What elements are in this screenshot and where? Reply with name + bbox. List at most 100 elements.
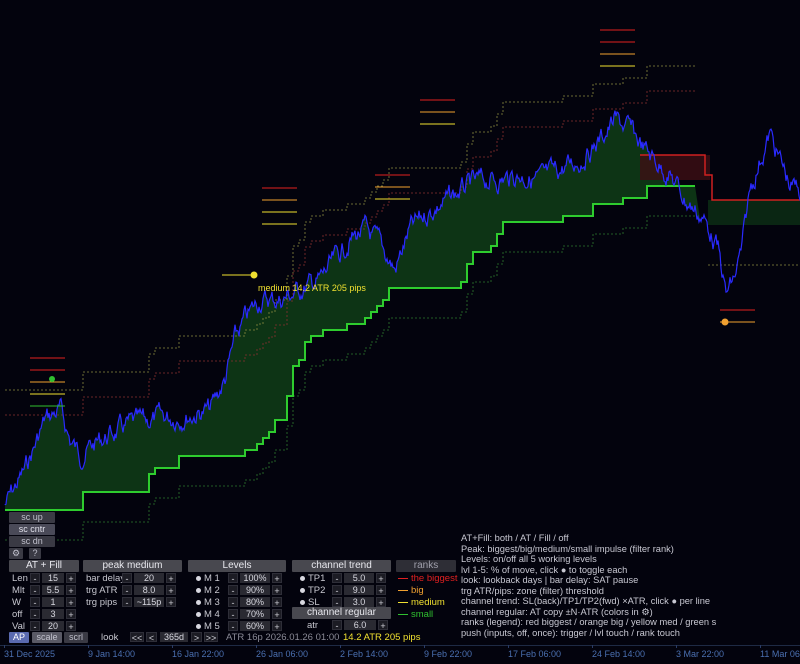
x-tick-label: 31 Dec 2025 bbox=[4, 649, 56, 659]
x-tick bbox=[172, 645, 173, 648]
channel-trend-header[interactable]: channel trend bbox=[292, 560, 391, 572]
channel-label[interactable]: TP2 bbox=[300, 585, 325, 596]
at-fill-minus-button[interactable]: - bbox=[30, 597, 40, 608]
channel-regular-header[interactable]: channel regular bbox=[292, 607, 391, 619]
level-minus-button[interactable]: - bbox=[228, 597, 238, 608]
at-fill-plus-button[interactable]: + bbox=[66, 585, 76, 596]
levels-header[interactable]: Levels bbox=[188, 560, 286, 572]
scroll-center-button[interactable]: sc cntr bbox=[9, 524, 55, 535]
status-text: ATR 16p 2026.01.26 01:00 bbox=[226, 632, 340, 643]
toggle-dot-icon[interactable] bbox=[196, 611, 201, 617]
at-fill-plus-button[interactable]: + bbox=[66, 621, 76, 632]
scroll-down-button[interactable]: sc dn bbox=[9, 536, 55, 547]
toggle-dot-icon[interactable] bbox=[300, 575, 305, 581]
at-fill-minus-button[interactable]: - bbox=[30, 573, 40, 584]
at-fill-value[interactable]: 20 bbox=[42, 621, 64, 631]
level-plus-button[interactable]: + bbox=[272, 621, 282, 632]
channel-value[interactable]: 5.0 bbox=[344, 573, 374, 583]
at-fill-value[interactable]: 3 bbox=[42, 609, 64, 619]
peak-value[interactable]: 20 bbox=[134, 573, 164, 583]
peak-minus-button[interactable]: - bbox=[122, 573, 132, 584]
peak-label: trg ATR bbox=[86, 585, 118, 596]
at-fill-label: off bbox=[12, 609, 23, 620]
lookback-days[interactable]: 365d bbox=[160, 632, 188, 642]
channel-value[interactable]: 9.0 bbox=[344, 585, 374, 595]
x-tick bbox=[592, 645, 593, 648]
scale-button[interactable]: scale bbox=[32, 632, 62, 643]
level-plus-button[interactable]: + bbox=[272, 609, 282, 620]
rank-swatch-icon bbox=[398, 578, 408, 579]
channel-plus-button[interactable]: + bbox=[376, 573, 386, 584]
at-fill-label: Val bbox=[12, 621, 26, 632]
peak-header[interactable]: peak medium bbox=[83, 560, 182, 572]
level-label[interactable]: M 3 bbox=[196, 597, 220, 608]
at-fill-plus-button[interactable]: + bbox=[66, 573, 76, 584]
toggle-dot-icon[interactable] bbox=[196, 575, 201, 581]
toggle-dot-icon[interactable] bbox=[196, 623, 201, 629]
peak-minus-button[interactable]: - bbox=[122, 597, 132, 608]
ranks-header[interactable]: ranks bbox=[396, 560, 456, 572]
settings-icon[interactable]: ⚙ bbox=[9, 548, 23, 559]
atr-plus-button[interactable]: + bbox=[378, 620, 388, 631]
atr-value[interactable]: 6.0 bbox=[344, 620, 376, 630]
at-fill-value[interactable]: 15 bbox=[42, 573, 64, 583]
level-plus-button[interactable]: + bbox=[272, 573, 282, 584]
level-label[interactable]: M 2 bbox=[196, 585, 220, 596]
channel-plus-button[interactable]: + bbox=[376, 597, 386, 608]
peak-label: trg pips bbox=[86, 597, 118, 608]
rank-label: small bbox=[411, 609, 434, 620]
peak-plus-button[interactable]: + bbox=[166, 597, 176, 608]
peak-value[interactable]: 8.0 bbox=[134, 585, 164, 595]
toggle-dot-icon[interactable] bbox=[300, 587, 305, 593]
channel-minus-button[interactable]: - bbox=[332, 573, 342, 584]
channel-label[interactable]: TP1 bbox=[300, 573, 325, 584]
peak-plus-button[interactable]: + bbox=[166, 573, 176, 584]
at-fill-minus-button[interactable]: - bbox=[30, 585, 40, 596]
nav-first-button[interactable]: << bbox=[130, 632, 144, 643]
at-fill-plus-button[interactable]: + bbox=[66, 597, 76, 608]
toggle-dot-icon[interactable] bbox=[196, 599, 201, 605]
level-label[interactable]: M 4 bbox=[196, 609, 220, 620]
scroll-up-button[interactable]: sc up bbox=[9, 512, 55, 523]
level-minus-button[interactable]: - bbox=[228, 585, 238, 596]
nav-last-button[interactable]: >> bbox=[204, 632, 218, 643]
level-value[interactable]: 70% bbox=[240, 609, 270, 619]
at-fill-minus-button[interactable]: - bbox=[30, 621, 40, 632]
peak-value[interactable]: ~115p bbox=[134, 597, 164, 607]
nav-prev-button[interactable]: < bbox=[146, 632, 157, 643]
peak-marker-small bbox=[49, 376, 55, 382]
help-button[interactable]: ? bbox=[29, 548, 41, 559]
x-tick-label: 11 Mar 06:00 bbox=[760, 649, 800, 659]
level-label[interactable]: M 5 bbox=[196, 621, 220, 632]
upper-band-line bbox=[5, 65, 695, 391]
level-plus-button[interactable]: + bbox=[272, 597, 282, 608]
nav-next-button[interactable]: > bbox=[191, 632, 202, 643]
at-fill-header[interactable]: AT + Fill bbox=[9, 560, 79, 572]
channel-plus-button[interactable]: + bbox=[376, 585, 386, 596]
channel-value[interactable]: 3.0 bbox=[344, 597, 374, 607]
at-fill-value[interactable]: 1 bbox=[42, 597, 64, 607]
help-line: lvl 1-5: % of move, click ● to toggle ea… bbox=[461, 564, 628, 575]
ap-button[interactable]: AP bbox=[9, 632, 29, 643]
peak-minus-button[interactable]: - bbox=[122, 585, 132, 596]
channel-minus-button[interactable]: - bbox=[332, 585, 342, 596]
level-minus-button[interactable]: - bbox=[228, 621, 238, 632]
level-value[interactable]: 100% bbox=[240, 573, 270, 583]
level-minus-button[interactable]: - bbox=[228, 573, 238, 584]
level-value[interactable]: 90% bbox=[240, 585, 270, 595]
at-fill-minus-button[interactable]: - bbox=[30, 609, 40, 620]
level-minus-button[interactable]: - bbox=[228, 609, 238, 620]
scroll-button[interactable]: scrl bbox=[64, 632, 88, 643]
peak-plus-button[interactable]: + bbox=[166, 585, 176, 596]
level-value[interactable]: 80% bbox=[240, 597, 270, 607]
atr-minus-button[interactable]: - bbox=[332, 620, 342, 631]
x-tick-label: 16 Jan 22:00 bbox=[172, 649, 225, 659]
level-plus-button[interactable]: + bbox=[272, 585, 282, 596]
level-value[interactable]: 60% bbox=[240, 621, 270, 631]
channel-minus-button[interactable]: - bbox=[332, 597, 342, 608]
toggle-dot-icon[interactable] bbox=[300, 599, 305, 605]
at-fill-plus-button[interactable]: + bbox=[66, 609, 76, 620]
toggle-dot-icon[interactable] bbox=[196, 587, 201, 593]
at-fill-value[interactable]: 5.5 bbox=[42, 585, 64, 595]
level-label[interactable]: M 1 bbox=[196, 573, 220, 584]
